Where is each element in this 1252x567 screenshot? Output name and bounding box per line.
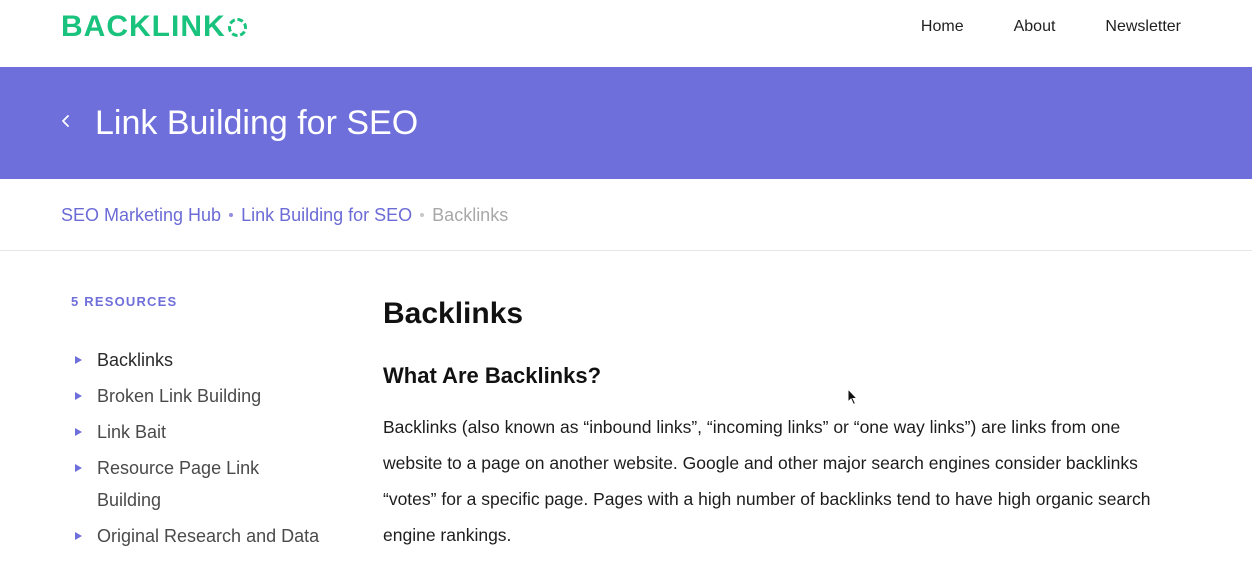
breadcrumb-current: Backlinks	[432, 205, 509, 225]
sidebar-item-resource-page-link-building[interactable]: Resource Page Link Building	[75, 452, 345, 516]
hub-banner: Link Building for SEO	[0, 67, 1252, 179]
breadcrumb-link-seo-marketing-hub[interactable]: SEO Marketing Hub	[61, 203, 221, 227]
banner-title: Link Building for SEO	[95, 104, 419, 142]
logo-text: BACKLINK	[61, 10, 226, 43]
breadcrumb-separator-dot	[420, 213, 425, 217]
triangle-right-icon	[75, 464, 82, 472]
article-title: Backlinks	[383, 297, 524, 330]
triangle-right-icon	[75, 532, 82, 540]
main-nav: Home About Newsletter	[921, 17, 1181, 37]
sidebar-item-label: Backlinks	[97, 350, 174, 370]
mouse-pointer-icon	[847, 387, 859, 411]
nav-home-link[interactable]: Home	[921, 17, 964, 37]
sidebar-item-label: Broken Link Building	[97, 386, 262, 406]
sidebar-item-label: Link Bait	[97, 422, 167, 442]
sidebar-item-link-bait[interactable]: Link Bait	[75, 416, 345, 448]
breadcrumb-separator-dot	[229, 213, 234, 217]
article-paragraph: Backlinks (also known as “inbound links”…	[383, 417, 1151, 545]
resources-list: Backlinks Broken Link Building Link Bait…	[75, 344, 345, 556]
triangle-right-icon	[75, 392, 82, 400]
logo-ring-icon	[227, 18, 247, 37]
article-subtitle: What Are Backlinks?	[383, 363, 602, 388]
nav-about-link[interactable]: About	[1014, 17, 1056, 37]
sidebar-item-backlinks[interactable]: Backlinks	[75, 344, 345, 376]
triangle-right-icon	[75, 428, 82, 436]
triangle-right-icon	[75, 356, 82, 364]
resources-sidebar: 5 RESOURCES Backlinks Broken Link Buildi…	[61, 292, 341, 546]
top-navigation-bar: BACKLINK Home About Newsletter	[0, 0, 1252, 67]
article-content: Backlinks What Are Backlinks? Backlinks …	[383, 294, 1163, 553]
chevron-left-icon[interactable]	[61, 111, 71, 131]
sidebar-item-label: Resource Page Link Building	[97, 458, 260, 510]
sidebar-item-original-research[interactable]: Original Research and Data	[75, 520, 345, 552]
breadcrumb: SEO Marketing Hub Link Building for SEO …	[0, 179, 1252, 251]
sidebar-item-label: Original Research and Data	[97, 526, 320, 546]
breadcrumb-link-link-building[interactable]: Link Building for SEO	[241, 203, 412, 227]
sidebar-heading: 5 RESOURCES	[71, 294, 178, 309]
sidebar-item-broken-link-building[interactable]: Broken Link Building	[75, 380, 345, 412]
nav-newsletter-link[interactable]: Newsletter	[1105, 17, 1181, 37]
backlinko-logo[interactable]: BACKLINK	[61, 11, 247, 43]
